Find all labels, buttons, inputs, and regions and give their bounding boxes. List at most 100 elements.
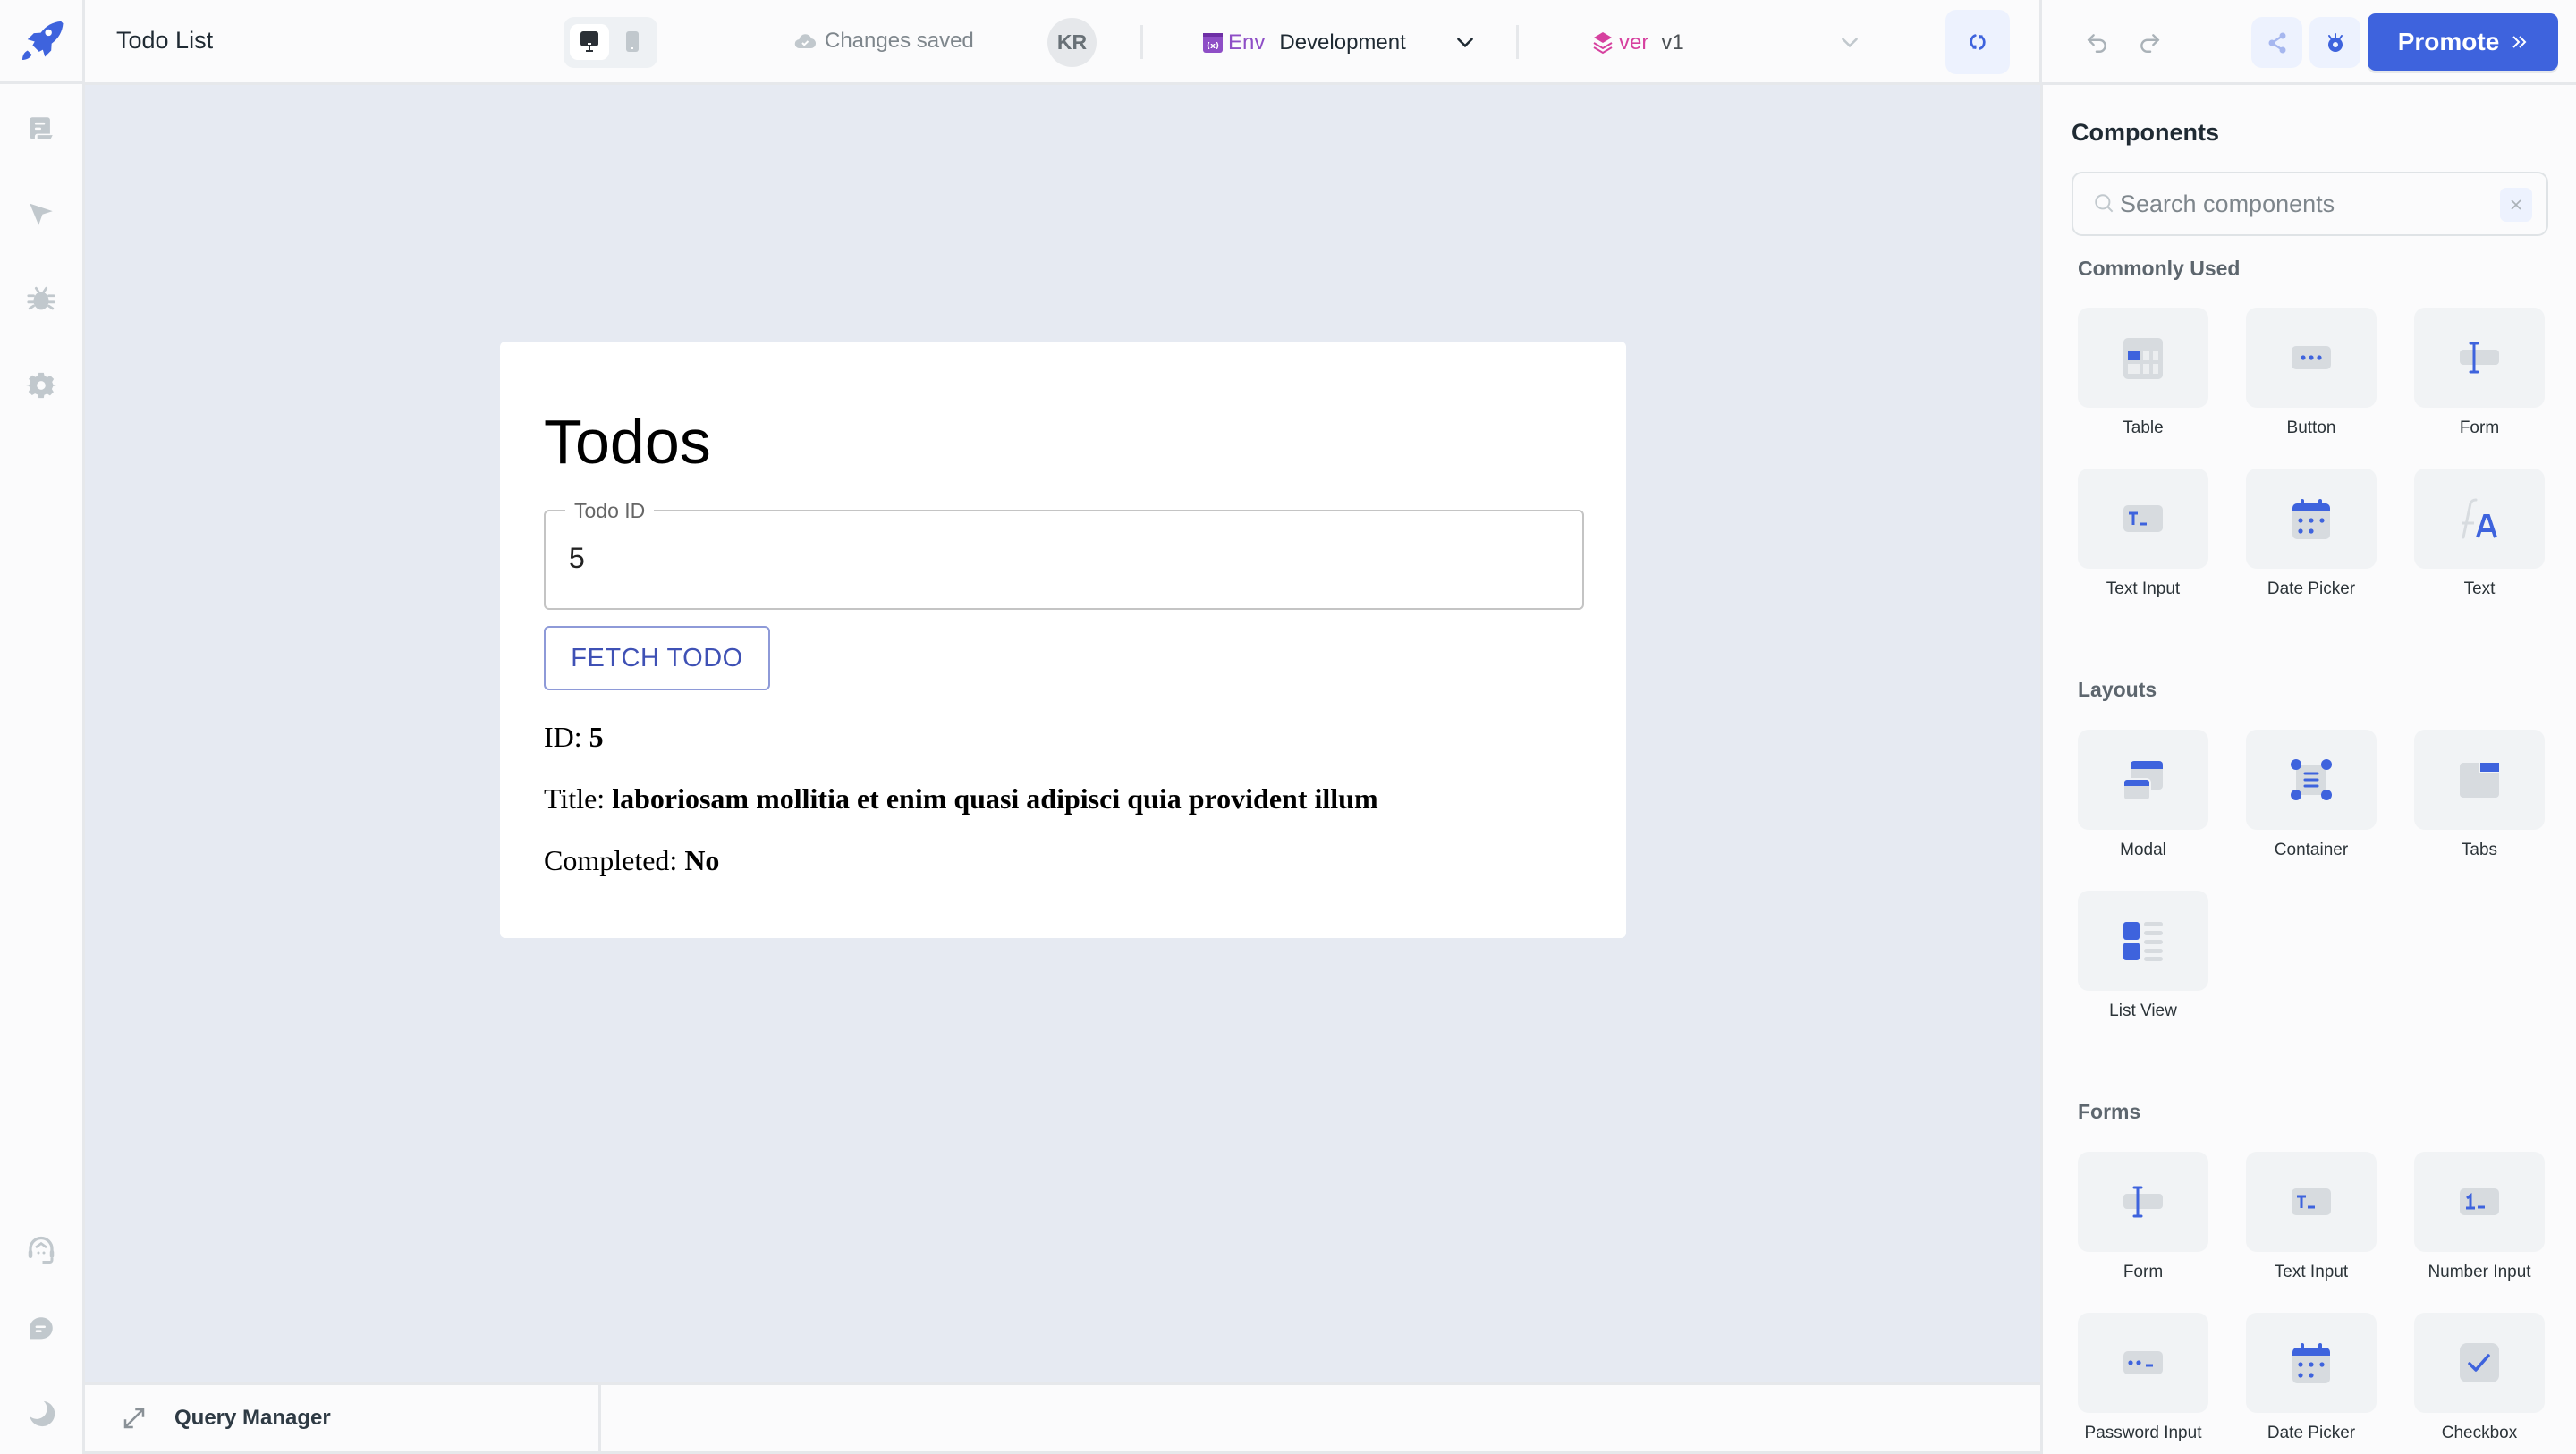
- query-manager-label: Query Manager: [174, 1406, 331, 1430]
- modal-icon: [2123, 761, 2163, 800]
- result-title-label: Title:: [544, 782, 613, 815]
- component-form[interactable]: Form: [2078, 1152, 2208, 1282]
- chevron-down-icon[interactable]: [1453, 30, 1477, 54]
- component-date-picker[interactable]: Date Picker: [2246, 469, 2377, 599]
- expand-icon: [123, 1408, 145, 1429]
- component-button[interactable]: Button: [2246, 308, 2377, 438]
- version-value: v1: [1661, 30, 1684, 55]
- calendar-icon: [2292, 499, 2330, 539]
- component-form[interactable]: Form: [2414, 308, 2545, 438]
- left-sidebar: [0, 0, 85, 1454]
- undo-button[interactable]: [2080, 25, 2115, 61]
- component-container[interactable]: Container: [2246, 730, 2377, 860]
- environment-select[interactable]: (x) Env Development: [1203, 25, 1406, 61]
- share-button[interactable]: [2251, 17, 2302, 68]
- form-icon: [2460, 342, 2499, 374]
- pages-button[interactable]: [20, 107, 63, 150]
- user-avatar[interactable]: KR: [1047, 18, 1097, 67]
- component-date-picker[interactable]: Date Picker: [2246, 1313, 2377, 1443]
- component-label: Checkbox: [2441, 1424, 2518, 1442]
- component-password-input[interactable]: Password Input: [2078, 1313, 2208, 1443]
- comments-button[interactable]: [20, 1307, 63, 1350]
- component-label: Text Input: [2274, 1263, 2349, 1281]
- todo-id-label: Todo ID: [565, 499, 655, 523]
- search-icon: [2093, 191, 2118, 216]
- dark-mode-toggle[interactable]: [20, 1392, 63, 1435]
- component-label: Number Input: [2428, 1263, 2531, 1281]
- fetch-todo-button[interactable]: FETCH TODO: [544, 626, 770, 690]
- app-logo[interactable]: [0, 0, 82, 84]
- result-id: ID: 5: [544, 721, 604, 754]
- sync-button[interactable]: [1945, 10, 2010, 74]
- component-text-input[interactable]: Text Input: [2246, 1152, 2377, 1282]
- section-commonly-used: Commonly Used: [2078, 257, 2241, 280]
- mobile-icon: [626, 31, 639, 52]
- settings-button[interactable]: [20, 364, 63, 407]
- text-input-icon: [2292, 1188, 2331, 1215]
- container-icon: [2291, 759, 2332, 800]
- query-manager-bar: Query Manager: [85, 1382, 2040, 1454]
- rocket-icon: [22, 21, 64, 60]
- pages-icon: [30, 117, 53, 139]
- todo-id-input[interactable]: [569, 542, 1553, 575]
- redo-button[interactable]: [2131, 25, 2167, 61]
- svg-text:(x): (x): [1207, 42, 1219, 51]
- component-text-input[interactable]: Text Input: [2078, 469, 2208, 599]
- component-text[interactable]: Text: [2414, 469, 2545, 599]
- query-manager-toggle[interactable]: Query Manager: [121, 1405, 331, 1432]
- component-tabs[interactable]: Tabs: [2414, 730, 2545, 860]
- redo-icon: [2140, 34, 2160, 53]
- component-number-input[interactable]: Number Input: [2414, 1152, 2545, 1282]
- divider: [598, 1385, 601, 1454]
- variable-icon: (x): [1203, 33, 1223, 53]
- divider: [1516, 25, 1519, 59]
- double-chevron-right-icon: [2512, 36, 2527, 48]
- debugger-button[interactable]: [20, 278, 63, 321]
- todo-id-field[interactable]: Todo ID: [544, 499, 1584, 610]
- app-title[interactable]: Todo List: [116, 27, 213, 55]
- settings-icon: [26, 372, 56, 399]
- calendar-icon: [2292, 1343, 2330, 1383]
- component-table[interactable]: Table: [2078, 308, 2208, 438]
- components-title: Components: [2072, 119, 2219, 146]
- desktop-view-button[interactable]: [570, 24, 609, 60]
- inspector-button[interactable]: [20, 192, 63, 235]
- component-label: Table: [2123, 418, 2164, 437]
- mobile-view-button[interactable]: [613, 24, 652, 60]
- component-checkbox[interactable]: Checkbox: [2414, 1313, 2545, 1443]
- text-input-icon: [2123, 505, 2163, 532]
- app-canvas[interactable]: Todos Todo ID FETCH TODO ID: 5 Title: la…: [85, 85, 2040, 1382]
- comments-icon: [30, 1317, 53, 1340]
- cloud-check-icon: [794, 34, 816, 49]
- components-panel: Components Commonly Used Table Button Fo…: [2040, 85, 2576, 1454]
- section-forms: Forms: [2078, 1100, 2141, 1123]
- component-modal[interactable]: Modal: [2078, 730, 2208, 860]
- component-label: Form: [2123, 1263, 2164, 1281]
- save-status-text: Changes saved: [825, 29, 974, 53]
- preview-button[interactable]: [2309, 17, 2360, 68]
- share-icon: [2268, 32, 2285, 53]
- result-completed-label: Completed:: [544, 844, 685, 876]
- component-list-view[interactable]: List View: [2078, 891, 2208, 1021]
- refresh-icon: [1970, 34, 1986, 50]
- number-input-icon: [2460, 1188, 2499, 1215]
- component-label: List View: [2109, 1002, 2177, 1020]
- clear-search-button[interactable]: [2500, 188, 2532, 222]
- form-icon: [2123, 1186, 2163, 1218]
- text-icon: [2462, 498, 2497, 539]
- env-tag-label: Env: [1228, 30, 1266, 55]
- component-search-input[interactable]: [2120, 190, 2496, 218]
- version-select[interactable]: ver v1: [1592, 25, 1684, 61]
- component-search[interactable]: [2072, 172, 2548, 236]
- promote-label: Promote: [2397, 28, 2500, 55]
- divider: [2039, 0, 2042, 85]
- version-tag: ver: [1592, 30, 1648, 55]
- checkbox-icon: [2460, 1343, 2499, 1382]
- todo-card[interactable]: Todos Todo ID FETCH TODO ID: 5 Title: la…: [500, 342, 1626, 938]
- promote-button[interactable]: Promote: [2368, 13, 2558, 71]
- component-label: Container: [2274, 841, 2349, 859]
- button-icon: [2292, 346, 2331, 369]
- todos-heading: Todos: [544, 407, 711, 477]
- support-button[interactable]: [20, 1229, 63, 1272]
- chevron-down-icon[interactable]: [1838, 30, 1861, 54]
